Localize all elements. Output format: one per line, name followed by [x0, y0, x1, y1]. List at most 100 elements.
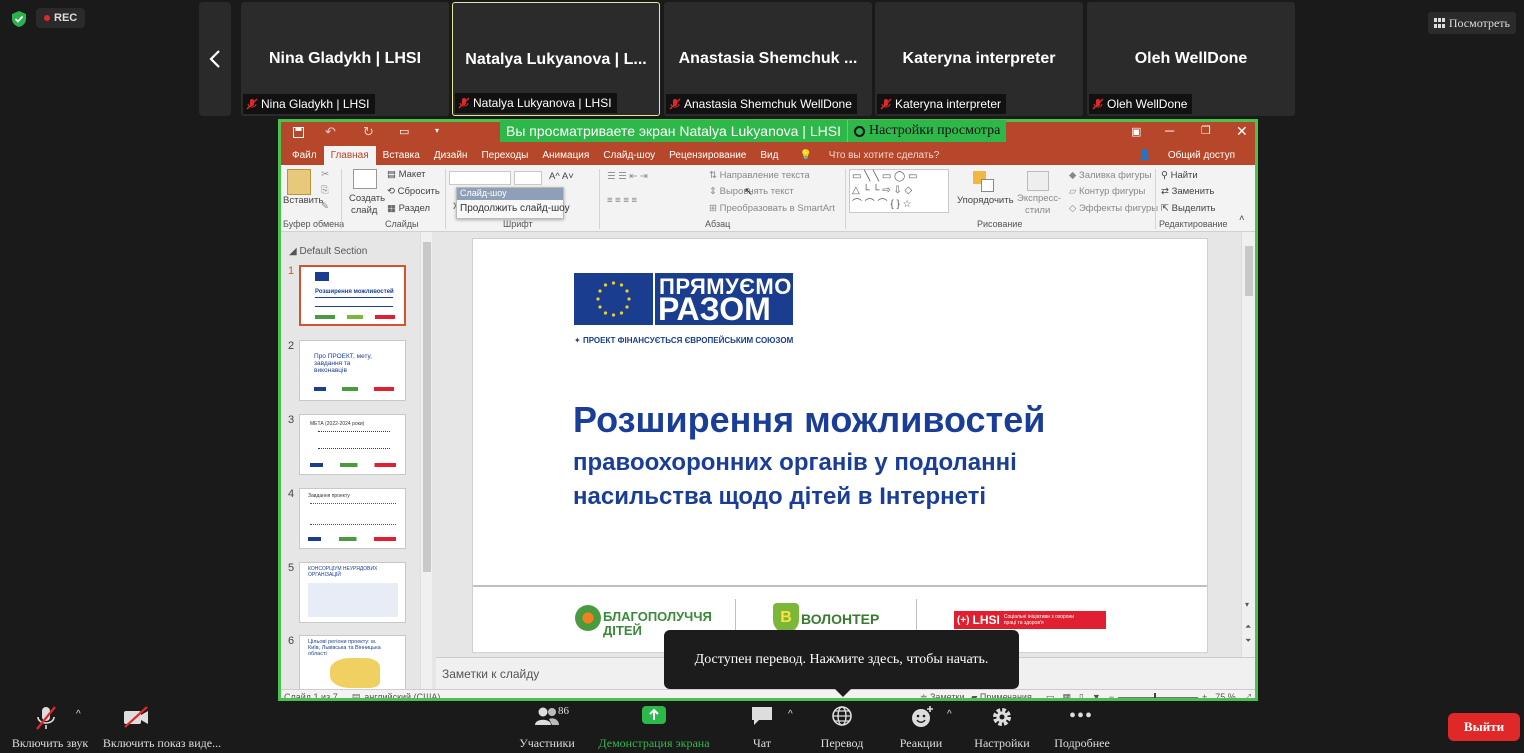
replace-button[interactable]: ⇄ Заменить	[1161, 186, 1214, 197]
slide-thumbnail-3[interactable]: МЕТА (2022-2024 роки)	[299, 414, 406, 475]
chat-button[interactable]: Чат	[740, 705, 784, 751]
shape-fill-button[interactable]: ◆ Заливка фигуры	[1069, 170, 1152, 181]
tab-transitions[interactable]: Переходы	[474, 146, 535, 165]
section-button[interactable]: ▦ Раздел	[387, 203, 430, 214]
new-slide-button[interactable]: Создать	[349, 193, 385, 204]
participant-tile[interactable]: Kateryna interpreter Kateryna interprete…	[875, 2, 1083, 116]
tab-home[interactable]: Главная	[323, 146, 376, 165]
normal-view-icon[interactable]: ▭	[1032, 692, 1055, 699]
audio-options-caret-icon[interactable]: ^	[76, 709, 81, 720]
slide-thumbnail-1[interactable]: Розширення можливостей	[299, 265, 406, 326]
font-size-input[interactable]	[514, 171, 542, 185]
translation-available-tooltip[interactable]: Доступен перевод. Нажмите здесь, чтобы н…	[664, 630, 1019, 697]
resume-slideshow-item[interactable]: Продолжить слайд-шоу	[457, 200, 570, 217]
fit-to-window-icon[interactable]: ⤢	[1236, 692, 1255, 699]
video-off-icon	[124, 706, 148, 728]
share-screen-button[interactable]: Демонстрация экрана	[596, 705, 712, 751]
next-slide-icon[interactable]: ⏷	[1245, 636, 1251, 646]
previous-participants-button[interactable]	[199, 2, 231, 116]
slide-thumbnail-5[interactable]: КОНСОРЦІУМ НЕУРЯДОВИХ ОРГАНІЗАЦІЙ	[299, 562, 406, 623]
paste-button[interactable]: Вставить	[283, 195, 323, 206]
start-video-button[interactable]: Включить показ виде...	[100, 705, 224, 751]
slide-thumbnail-2[interactable]: Про ПРОЕКТ, мету, завдання та виконавців	[299, 340, 406, 401]
tab-slideshow[interactable]: Слайд-шоу	[596, 146, 662, 165]
tab-view[interactable]: Вид	[753, 146, 785, 165]
reactions-button[interactable]: Реакции	[896, 705, 946, 751]
mic-muted-icon	[1092, 98, 1104, 110]
save-icon[interactable]	[293, 127, 304, 138]
font-grow-icon[interactable]: A^ A˅	[549, 171, 574, 182]
zoom-slider[interactable]	[1118, 692, 1199, 698]
bullets-icon[interactable]: ☰ ☰ ⇤ ⇥	[607, 171, 648, 182]
zoom-level[interactable]: 75 %	[1207, 692, 1236, 698]
text-direction-button[interactable]: ⇅ Направление текста	[709, 170, 810, 181]
reading-view-icon[interactable]: ▯	[1071, 692, 1084, 699]
font-name-input[interactable]	[449, 171, 511, 185]
tab-animation[interactable]: Анимация	[535, 146, 596, 165]
slideshow-view-icon[interactable]: ▼	[1084, 692, 1101, 698]
section-header[interactable]: ◢ Default Section	[289, 246, 367, 257]
copy-icon[interactable]: ⎘	[321, 185, 329, 196]
tab-review[interactable]: Рецензирование	[662, 146, 753, 165]
zoom-out-icon[interactable]: −	[1101, 692, 1114, 698]
tab-design[interactable]: Дизайн	[427, 146, 475, 165]
slide-scrollbar[interactable]: ▾ ⏶ ⏷	[1241, 232, 1255, 657]
view-options-button[interactable]: Настройки просмотра	[846, 120, 1007, 142]
ribbon-display-icon[interactable]: ▣	[1131, 125, 1141, 138]
restore-icon[interactable]: ❐	[1201, 124, 1211, 137]
tell-me-search[interactable]: 💡 Что вы хотите сделать?	[785, 146, 953, 165]
find-button[interactable]: ⚲ Найти	[1161, 170, 1198, 181]
layout-button[interactable]: ▤ Макет	[387, 169, 426, 180]
shape-outline-button[interactable]: ▱ Контур фигуры	[1069, 186, 1145, 197]
select-button[interactable]: ⇱ Выделить	[1161, 203, 1215, 214]
recording-indicator[interactable]: REC	[36, 8, 86, 28]
reset-button[interactable]: ⟲ Сбросить	[387, 186, 440, 197]
sorter-view-icon[interactable]: ▦	[1054, 692, 1071, 699]
align-icon[interactable]: ≡ ≡ ≡ ≡	[607, 195, 637, 206]
shape-effects-button[interactable]: ◇ Эффекты фигуры	[1069, 203, 1158, 214]
scroll-down-icon[interactable]: ▾	[1245, 600, 1249, 609]
shapes-gallery[interactable]: ▭ ╲ ╲ ▭ ◯ ▭ △ └ └ ⇨ ⇩ ◇ ⌒ ⌒ ⌒ { } ☆	[849, 169, 949, 213]
quick-styles-button[interactable]: Экспресс-	[1017, 193, 1061, 204]
chat-options-caret-icon[interactable]: ^	[788, 709, 793, 720]
view-button[interactable]: Посмотреть	[1427, 12, 1516, 34]
current-slide[interactable]: ПРЯМУЄМО РАЗОМ ✦ ПРОЕКТ ФІНАНСУЄТЬСЯ ЄВР…	[472, 238, 1208, 653]
format-painter-icon[interactable]: ✎	[321, 201, 329, 212]
notes-toggle[interactable]: ≐ Заметки	[920, 692, 965, 699]
redo-icon[interactable]: ↻	[363, 124, 374, 140]
quick-access-dropdown-icon[interactable]: ▾	[435, 126, 439, 135]
smartart-button[interactable]: ⊞ Преобразовать в SmartArt	[709, 203, 835, 214]
language-indicator[interactable]: английский (США)	[360, 692, 440, 698]
slide-thumbnail-4[interactable]: Завдання проекту	[299, 488, 406, 549]
participant-tile[interactable]: Nina Gladykh | LHSI Nina Gladykh | LHSI	[241, 2, 449, 116]
collapse-ribbon-icon[interactable]: ˄	[1239, 213, 1245, 224]
zoom-slider-handle[interactable]	[1154, 692, 1157, 698]
scrollbar-thumb[interactable]	[1245, 246, 1253, 296]
minimize-icon[interactable]: ─	[1165, 123, 1174, 138]
start-slideshow-icon[interactable]: ▭	[399, 125, 409, 138]
security-shield-icon[interactable]	[8, 8, 30, 30]
share-button[interactable]: 👤 Общий доступ	[1125, 146, 1249, 165]
cut-icon[interactable]: ✂	[321, 169, 329, 180]
ukraine-map-shape	[330, 658, 380, 688]
participants-button[interactable]: 86 Участники	[512, 705, 582, 751]
tab-file[interactable]: Файл	[285, 146, 324, 165]
settings-button[interactable]: Настройки	[970, 705, 1034, 751]
prev-slide-icon[interactable]: ⏶	[1245, 622, 1251, 632]
participant-tile-active-speaker[interactable]: Natalya Lukyanova | L... Natalya Lukyano…	[452, 2, 660, 116]
participant-tile[interactable]: Oleh WellDone Oleh WellDone	[1087, 2, 1295, 116]
reactions-options-caret-icon[interactable]: ^	[947, 709, 952, 720]
undo-icon[interactable]: ↶	[325, 124, 336, 140]
slide-thumbnail-6[interactable]: Цільові регіони проекту: м. Київ, Львівс…	[299, 635, 406, 689]
participant-tile[interactable]: Anastasia Shemchuk ... Anastasia Shemchu…	[664, 2, 872, 116]
scrollbar-thumb[interactable]	[423, 242, 431, 572]
arrange-button[interactable]: Упорядочить	[957, 195, 1014, 206]
leave-button[interactable]: Выйти	[1448, 713, 1520, 741]
more-button[interactable]: ••• Подробнее	[1050, 705, 1114, 751]
spellcheck-icon[interactable]: ▤	[338, 692, 361, 699]
tab-insert[interactable]: Вставка	[376, 146, 427, 165]
thumbnails-scrollbar[interactable]	[420, 232, 432, 689]
translation-button[interactable]: Перевод	[812, 705, 872, 751]
comments-toggle[interactable]: ▰ Примечания	[964, 692, 1031, 699]
close-icon[interactable]: ✕	[1236, 123, 1248, 140]
